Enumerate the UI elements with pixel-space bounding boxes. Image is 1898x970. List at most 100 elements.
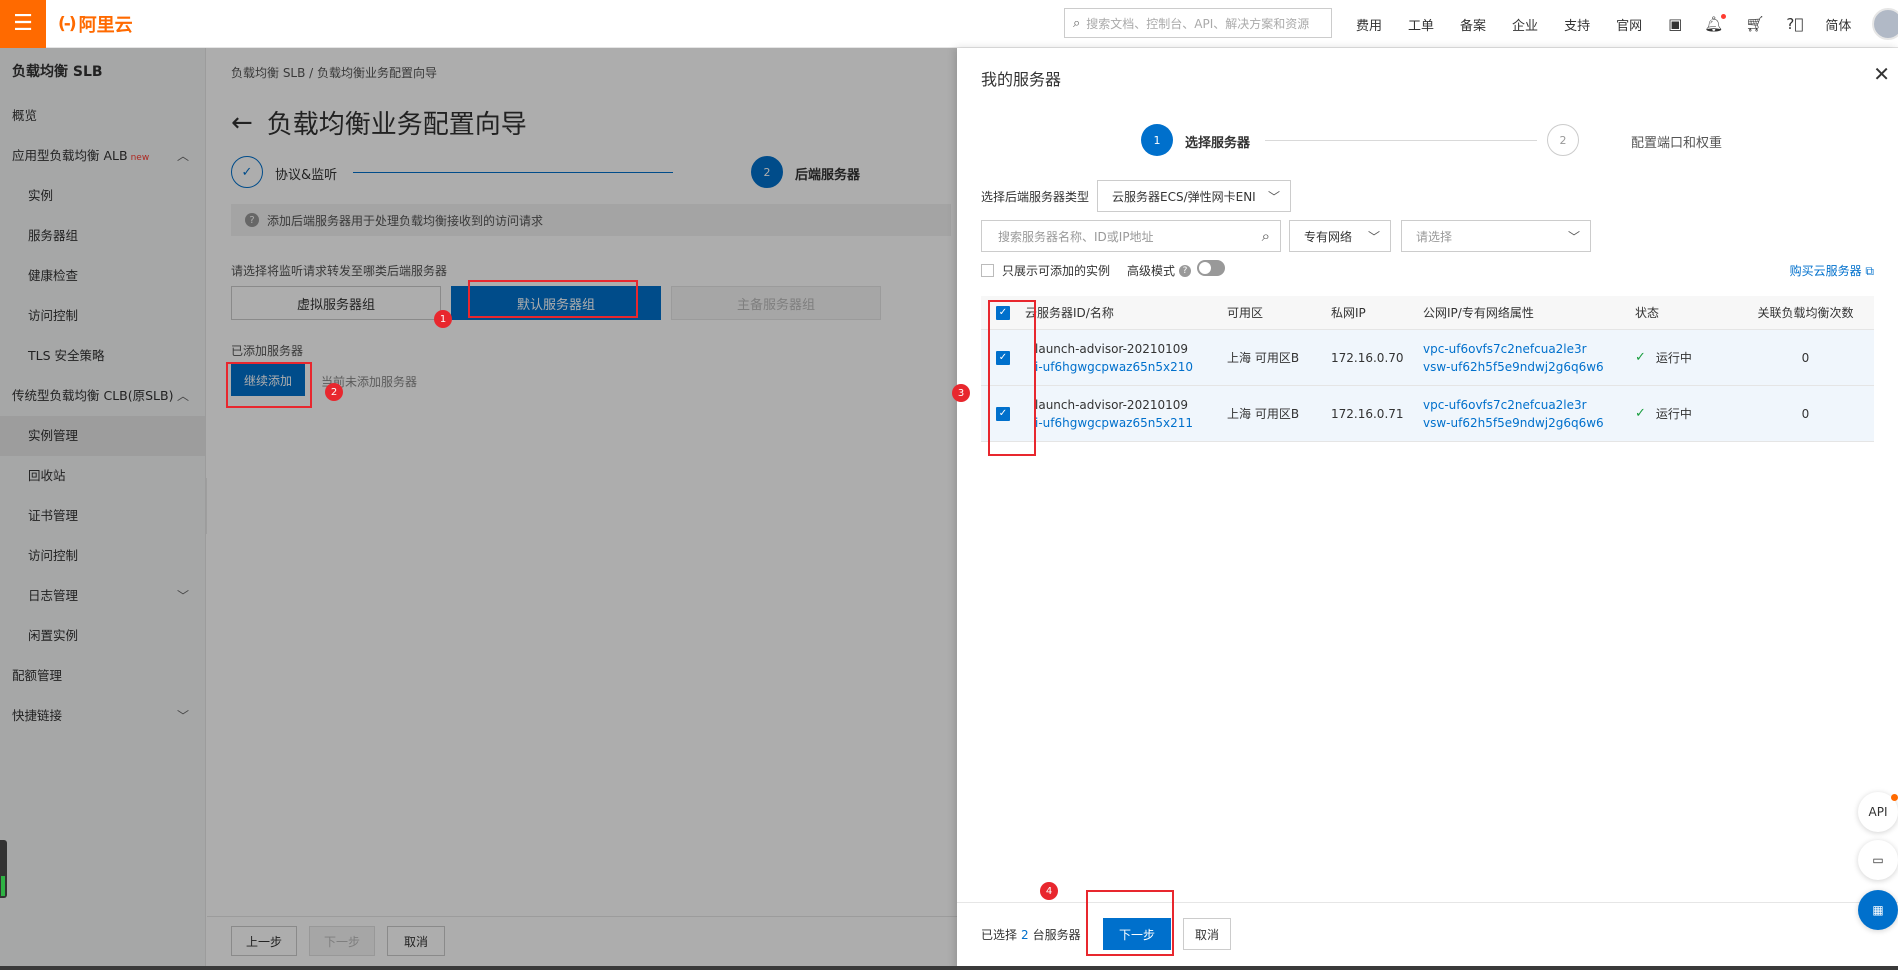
buy-ecs-link[interactable]: 购买云服务器 ⧉ xyxy=(1790,262,1874,279)
notification-dot xyxy=(1721,14,1727,19)
advanced-mode-toggle[interactable] xyxy=(1197,260,1225,276)
close-icon[interactable]: ✕ xyxy=(1873,62,1890,86)
buy-ecs-text: 购买云服务器 xyxy=(1789,264,1862,278)
col-zone: 可用区 xyxy=(1227,306,1264,320)
only-show-label: 只展示可添加的实例 xyxy=(1002,264,1111,278)
selected-suffix: 台服务器 xyxy=(1032,928,1081,942)
status-text: 运行中 xyxy=(1655,351,1692,365)
bell-icon[interactable]: 🔔︎ xyxy=(1704,14,1727,33)
drawer-step-1-label: 选择服务器 xyxy=(1185,136,1251,151)
vpc-select[interactable]: 请选择 ﹀ xyxy=(1401,220,1591,252)
col-private-ip: 私网IP xyxy=(1331,306,1366,320)
advanced-mode-label: 高级模式 ? xyxy=(1127,262,1192,279)
message-icon[interactable]: ▭ xyxy=(1858,840,1898,880)
float-dot xyxy=(1891,794,1898,801)
drawer-step-2: 2 xyxy=(1547,124,1579,156)
logo-text: 阿里云 xyxy=(78,14,133,36)
server-name: launch-advisor-20210109 xyxy=(1035,397,1189,412)
drawer-step-2-label: 配置端口和权重 xyxy=(1631,136,1723,151)
annotation-number-2: 2 xyxy=(325,383,343,401)
vsw-link[interactable]: vsw-uf62h5f5e9ndwj2g6q6w6 xyxy=(1423,360,1635,374)
checkbox-unchecked[interactable] xyxy=(981,264,994,277)
annotation-box-2 xyxy=(226,362,312,408)
help-icon[interactable]: ?⃝ xyxy=(1786,15,1803,33)
lang-switch[interactable]: 简体 xyxy=(1825,15,1851,34)
check-icon: ✓ xyxy=(1635,350,1646,365)
apps-grid-icon[interactable]: ▦ xyxy=(1858,890,1898,930)
api-icon: API xyxy=(1868,805,1888,819)
backend-type-label: 选择后端服务器类型 xyxy=(981,190,1090,204)
left-edge-widget[interactable] xyxy=(0,840,7,898)
annotation-number-3: 3 xyxy=(952,384,970,402)
server-id-link[interactable]: i-uf6hgwgcpwaz65n5x210 xyxy=(1035,360,1227,374)
drawer-title: 我的服务器 xyxy=(981,70,1062,89)
table-row[interactable]: ✓ launch-advisor-20210109 i-uf6hgwgcpwaz… xyxy=(981,330,1874,386)
backend-type-select[interactable]: 云服务器ECS/弹性网卡ENI ﹀ xyxy=(1097,180,1291,212)
table-header: ✓ 云服务器ID/名称 可用区 私网IP 公网IP/专有网络属性 状态 关联负载… xyxy=(981,296,1874,330)
top-nav: 费用 工单 备案 企业 支持 官网 ▣ 🔔︎ 🛒︎ ?⃝ 简体 xyxy=(1356,0,1877,48)
backend-type-value: 云服务器ECS/弹性网卡ENI xyxy=(1112,189,1256,204)
search-icon[interactable]: ⌕ xyxy=(1262,227,1270,245)
zone-cell: 上海 可用区B xyxy=(1227,407,1300,421)
drawer-step-1: 1 xyxy=(1141,124,1173,156)
server-cell: launch-advisor-20210109 i-uf6hgwgcpwaz65… xyxy=(1025,342,1227,374)
vpc-select-placeholder: 请选择 xyxy=(1416,229,1453,244)
menu-icon[interactable]: ☰ xyxy=(0,0,46,48)
nav-ticket[interactable]: 工单 xyxy=(1408,15,1434,34)
global-search-input[interactable]: ⌕ 搜索文档、控制台、API、解决方案和资源 xyxy=(1064,8,1332,38)
zone-cell: 上海 可用区B xyxy=(1227,351,1300,365)
vpc-cell: vpc-uf6ovfs7c2nefcua2le3r vsw-uf62h5f5e9… xyxy=(1423,398,1635,430)
aliyun-logo[interactable]: (-) 阿里云 xyxy=(58,11,133,37)
vsw-link[interactable]: vsw-uf62h5f5e9ndwj2g6q6w6 xyxy=(1423,416,1635,430)
chevron-down-icon: ﹀ xyxy=(1567,230,1580,244)
lb-count-cell: 0 xyxy=(1801,350,1810,365)
bottom-strip xyxy=(0,966,1898,970)
status-text: 运行中 xyxy=(1655,407,1692,421)
vpc-cell: vpc-uf6ovfs7c2nefcua2le3r vsw-uf62h5f5e9… xyxy=(1423,342,1635,374)
aliyun-logo-mark: (-) xyxy=(58,13,77,34)
selected-count-text: 已选择 2 台服务器 xyxy=(981,926,1081,943)
vpc-link[interactable]: vpc-uf6ovfs7c2nefcua2le3r xyxy=(1423,398,1635,412)
check-icon: ✓ xyxy=(1635,406,1646,421)
network-type-value: 专有网络 xyxy=(1304,229,1353,244)
private-ip-cell: 172.16.0.70 xyxy=(1331,350,1404,365)
status-cell: ✓ 运行中 xyxy=(1635,349,1737,366)
external-link-icon: ⧉ xyxy=(1865,264,1874,278)
nav-enterprise[interactable]: 企业 xyxy=(1512,15,1538,34)
avatar[interactable] xyxy=(1872,8,1898,40)
col-status: 状态 xyxy=(1635,306,1660,320)
lb-count-cell: 0 xyxy=(1801,406,1810,421)
annotation-box-4 xyxy=(1086,890,1174,956)
annotation-number-1: 1 xyxy=(434,310,452,328)
cancel-button[interactable]: 取消 xyxy=(1183,918,1231,950)
chevron-down-icon: ﹀ xyxy=(1267,190,1280,204)
network-type-select[interactable]: 专有网络 ﹀ xyxy=(1289,220,1391,252)
col-public-ip: 公网IP/专有网络属性 xyxy=(1423,306,1534,320)
server-search-input[interactable]: 搜索服务器名称、ID或IP地址 ⌕ xyxy=(981,220,1281,252)
annotation-number-4: 4 xyxy=(1040,882,1058,900)
nav-website[interactable]: 官网 xyxy=(1616,15,1642,34)
advanced-mode-text: 高级模式 xyxy=(1127,264,1176,278)
only-show-addable-checkbox[interactable]: 只展示可添加的实例 xyxy=(981,262,1110,279)
top-bar: ☰ (-) 阿里云 ⌕ 搜索文档、控制台、API、解决方案和资源 费用 工单 备… xyxy=(0,0,1898,48)
drawer-step-connector xyxy=(1265,140,1537,141)
status-cell: ✓ 运行中 xyxy=(1635,405,1737,422)
nav-icp[interactable]: 备案 xyxy=(1460,15,1486,34)
cart-icon[interactable]: 🛒︎ xyxy=(1745,15,1764,33)
annotation-box-1 xyxy=(468,280,638,318)
server-table: ✓ 云服务器ID/名称 可用区 私网IP 公网IP/专有网络属性 状态 关联负载… xyxy=(981,296,1874,442)
col-lb-count: 关联负载均衡次数 xyxy=(1757,306,1854,320)
modal-mask[interactable] xyxy=(0,48,957,970)
server-id-link[interactable]: i-uf6hgwgcpwaz65n5x211 xyxy=(1035,416,1227,430)
server-search-placeholder: 搜索服务器名称、ID或IP地址 xyxy=(998,229,1154,244)
selected-prefix: 已选择 xyxy=(981,928,1018,942)
table-row[interactable]: ✓ launch-advisor-20210109 i-uf6hgwgcpwaz… xyxy=(981,386,1874,442)
vpc-link[interactable]: vpc-uf6ovfs7c2nefcua2le3r xyxy=(1423,342,1635,356)
question-icon[interactable]: ? xyxy=(1179,264,1192,277)
nav-fee[interactable]: 费用 xyxy=(1356,15,1382,34)
col-server-id: 云服务器ID/名称 xyxy=(1025,306,1114,320)
terminal-icon[interactable]: ▣ xyxy=(1668,15,1682,33)
nav-support[interactable]: 支持 xyxy=(1564,15,1590,34)
api-float-button[interactable]: API xyxy=(1858,792,1898,832)
search-placeholder: 搜索文档、控制台、API、解决方案和资源 xyxy=(1086,16,1310,31)
